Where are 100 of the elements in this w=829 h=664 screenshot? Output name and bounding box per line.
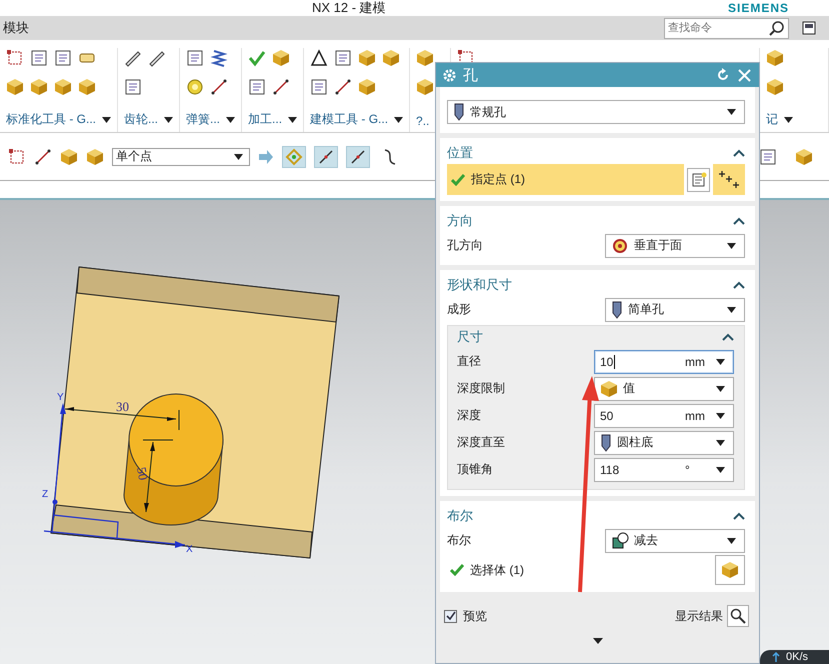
cube-icon[interactable]	[272, 49, 290, 67]
ribbon-group-label[interactable]: 加工...	[248, 111, 282, 128]
point-button[interactable]	[713, 164, 745, 195]
show-result-button[interactable]	[727, 605, 749, 627]
hole-type-dropdown[interactable]: 常规孔	[447, 100, 745, 124]
dropdown-caret-icon	[727, 306, 736, 312]
preview-checkbox[interactable]: 预览	[444, 608, 487, 624]
cube-icon[interactable]	[60, 148, 78, 166]
sheet-icon[interactable]	[248, 78, 266, 96]
sheet-icon[interactable]	[186, 49, 204, 67]
drill-bit-icon	[600, 434, 612, 452]
collapse-chevron-icon[interactable]	[733, 149, 745, 157]
dialog-title: 孔	[463, 66, 478, 84]
cube-icon[interactable]	[795, 148, 813, 166]
menu-item[interactable]: 模块	[0, 19, 32, 37]
point-selector[interactable]: 指定点 (1)	[447, 164, 684, 195]
number-field[interactable]: 118 °	[594, 458, 734, 482]
number-field[interactable]: 10 mm	[594, 350, 734, 374]
sheet-icon[interactable]	[30, 49, 48, 67]
dropdown-caret-icon	[164, 116, 174, 122]
cube-icon[interactable]	[86, 148, 104, 166]
subtract-icon	[611, 532, 629, 550]
triangle-icon[interactable]	[310, 49, 328, 67]
field-label: 顶锥角	[457, 461, 493, 478]
cube-icon[interactable]	[54, 78, 72, 96]
cube-icon[interactable]	[766, 78, 784, 96]
brand-logo: SIEMENS	[728, 1, 789, 15]
dropdown-caret-icon	[716, 466, 725, 472]
sheet-icon[interactable]	[759, 148, 777, 166]
collapse-chevron-icon[interactable]	[733, 281, 745, 289]
cube-icon[interactable]	[416, 78, 434, 96]
dropdown[interactable]: 减去	[605, 528, 745, 552]
ribbon-group-label[interactable]: ?..	[416, 114, 430, 128]
search-icon[interactable]	[769, 20, 785, 36]
cube-icon[interactable]	[30, 78, 48, 96]
drill-bit-icon	[611, 300, 623, 318]
cube-icon[interactable]	[358, 78, 376, 96]
dimension-label: 30	[116, 399, 129, 414]
ribbon-group-label[interactable]: 标准化工具 - G...	[6, 111, 96, 128]
section-title[interactable]: 方向	[447, 212, 473, 230]
snap-toggle-button[interactable]	[314, 146, 338, 168]
sheet-icon[interactable]	[54, 49, 72, 67]
frame-icon[interactable]	[8, 148, 26, 166]
collapse-chevron-icon[interactable]	[733, 512, 745, 520]
search-field[interactable]: 查找命令	[664, 18, 789, 38]
snap-toggle-button[interactable]	[346, 146, 370, 168]
cube-icon	[721, 561, 739, 579]
network-speed-badge: 0K/s	[760, 650, 829, 664]
sheet-icon[interactable]	[334, 49, 352, 67]
cube-icon[interactable]	[78, 78, 96, 96]
cube-icon[interactable]	[416, 49, 434, 67]
line-icon[interactable]	[334, 78, 352, 96]
body-selector[interactable]: 选择体 (1)	[447, 562, 524, 578]
gear-icon[interactable]	[442, 68, 457, 82]
cube-icon[interactable]	[766, 49, 784, 67]
line-icon[interactable]	[210, 78, 228, 96]
field-label: 深度	[457, 407, 481, 424]
reset-icon[interactable]	[716, 68, 730, 82]
line-icon[interactable]	[272, 78, 290, 96]
section-title[interactable]: 位置	[447, 144, 473, 162]
dropdown-caret-icon	[727, 538, 736, 544]
cube-icon[interactable]	[382, 49, 400, 67]
more-options-icon[interactable]	[592, 638, 602, 644]
frame-icon[interactable]	[6, 49, 24, 67]
dropdown-caret-icon	[716, 358, 725, 364]
close-icon[interactable]	[738, 68, 751, 82]
collapse-chevron-icon[interactable]	[722, 333, 734, 341]
dropdown[interactable]: 值	[594, 376, 734, 400]
sheet-icon[interactable]	[310, 78, 328, 96]
section-title[interactable]: 布尔	[447, 507, 473, 525]
cube-icon[interactable]	[358, 49, 376, 67]
select-body-button[interactable]	[715, 555, 745, 585]
collapse-chevron-icon[interactable]	[733, 217, 745, 225]
snap-toggle-button[interactable]	[282, 146, 306, 168]
section-title[interactable]: 形状和尺寸	[447, 276, 512, 294]
sheet-icon[interactable]	[124, 78, 142, 96]
ribbon-group-label[interactable]: 齿轮...	[124, 111, 158, 128]
snap-points-icon	[285, 148, 303, 166]
point-dialog-button[interactable]	[687, 168, 710, 192]
field-label: 成形	[447, 301, 471, 318]
window-icon[interactable]	[801, 20, 817, 36]
ribbon-group-label[interactable]: 建模工具 - G...	[310, 111, 388, 128]
line-icon[interactable]	[34, 148, 52, 166]
check-icon	[450, 564, 464, 576]
dropdown[interactable]: 圆柱底	[594, 430, 734, 454]
spring-icon[interactable]	[210, 49, 228, 67]
dropdown-caret-icon	[234, 154, 243, 160]
dropdown[interactable]: 垂直于面	[605, 234, 745, 258]
check-icon[interactable]	[248, 49, 266, 67]
ribbon-group-label[interactable]: 记	[766, 111, 778, 128]
curve-icon	[383, 148, 397, 166]
cube-icon[interactable]	[6, 78, 24, 96]
search-icon	[730, 608, 746, 624]
cube-icon	[600, 380, 618, 398]
number-field[interactable]: 50 mm	[594, 404, 734, 428]
dropdown-caret-icon	[784, 116, 793, 122]
ribbon-group-label[interactable]: 弹簧...	[186, 111, 220, 128]
section-title[interactable]: 尺寸	[457, 328, 483, 346]
dropdown[interactable]: 简单孔	[605, 298, 745, 322]
selection-filter-dropdown[interactable]: 单个点	[112, 148, 250, 166]
